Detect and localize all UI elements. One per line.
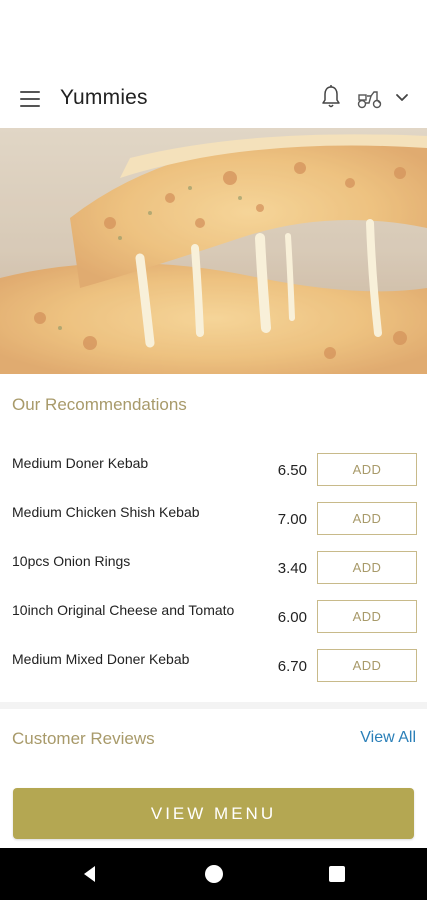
add-button[interactable]: ADD	[317, 551, 417, 584]
add-button[interactable]: ADD	[317, 649, 417, 682]
menu-icon[interactable]	[20, 91, 40, 107]
item-name: Medium Mixed Doner Kebab	[12, 651, 190, 667]
view-menu-button[interactable]: VIEW MENU	[13, 788, 414, 839]
item-price: 6.50	[277, 462, 307, 479]
scooter-icon[interactable]	[356, 86, 384, 110]
home-icon[interactable]	[205, 865, 223, 883]
item-name: 10pcs Onion Rings	[12, 553, 131, 569]
item-name: Medium Doner Kebab	[12, 455, 149, 471]
section-divider	[0, 702, 427, 709]
hero-pizza-image	[0, 128, 427, 374]
item-price: 3.40	[277, 560, 307, 577]
add-button[interactable]: ADD	[317, 600, 417, 633]
item-name: Medium Chicken Shish Kebab	[12, 504, 200, 520]
list-item: Medium Doner Kebab 6.50 ADD	[0, 453, 427, 493]
view-all-link[interactable]: View All	[360, 729, 416, 747]
list-item: 10pcs Onion Rings 3.40 ADD	[0, 551, 427, 591]
list-item: Medium Chicken Shish Kebab 7.00 ADD	[0, 502, 427, 542]
bell-icon[interactable]	[320, 84, 342, 110]
list-item: Medium Mixed Doner Kebab 6.70 ADD	[0, 649, 427, 689]
system-nav-bar	[0, 848, 427, 900]
app-bar: Yummies	[0, 74, 427, 128]
item-name: 10inch Original Cheese and Tomato	[12, 602, 235, 618]
item-price: 6.00	[277, 609, 307, 626]
chevron-down-icon[interactable]	[394, 88, 410, 106]
reviews-title: Customer Reviews	[12, 729, 155, 748]
recommendations-title: Our Recommendations	[12, 395, 187, 414]
item-price: 6.70	[277, 658, 307, 675]
item-price: 7.00	[277, 511, 307, 528]
list-item: 10inch Original Cheese and Tomato 6.00 A…	[0, 600, 427, 640]
app-title: Yummies	[60, 86, 148, 109]
status-bar	[0, 0, 427, 74]
recents-icon[interactable]	[329, 866, 345, 882]
add-button[interactable]: ADD	[317, 453, 417, 486]
back-icon[interactable]	[80, 864, 100, 884]
add-button[interactable]: ADD	[317, 502, 417, 535]
